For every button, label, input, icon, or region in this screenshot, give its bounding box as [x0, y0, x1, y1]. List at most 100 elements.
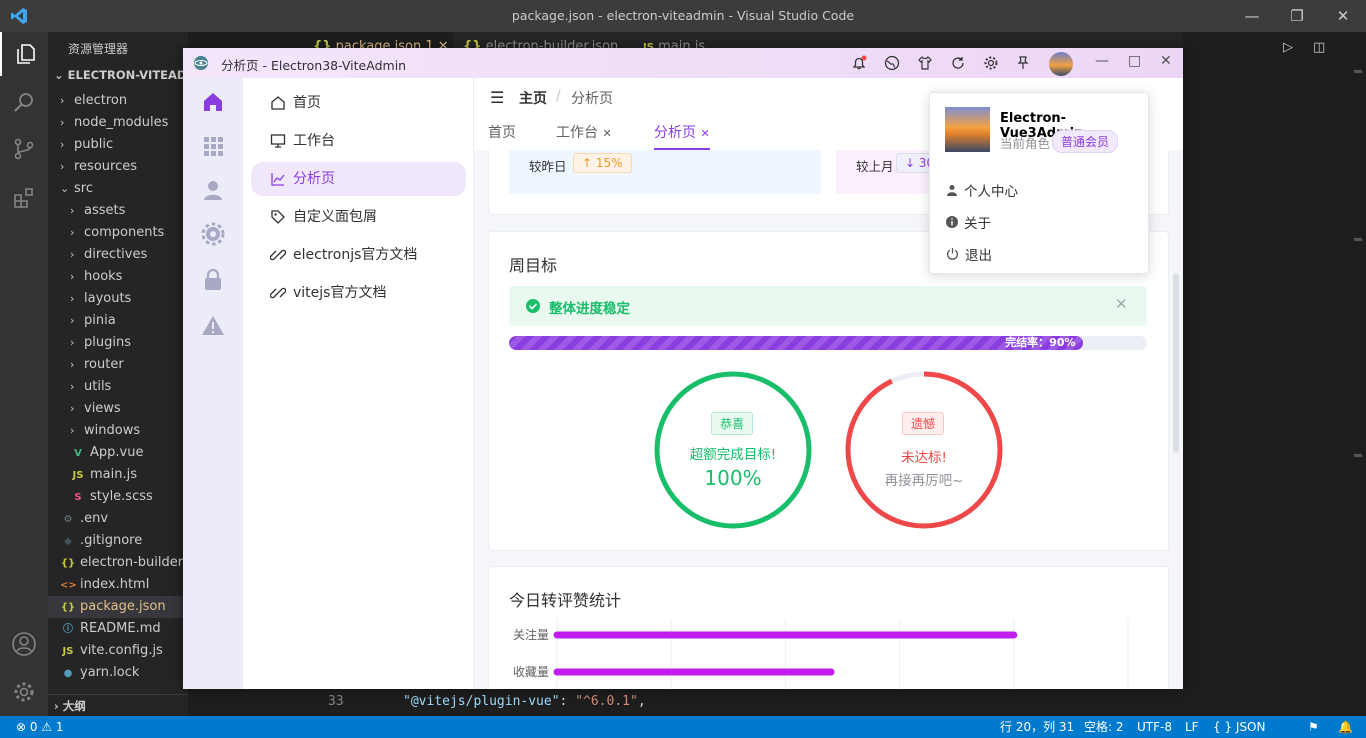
menu-item-electron-docs[interactable]: electronjs官方文档 [251, 238, 466, 272]
search-icon[interactable] [0, 80, 48, 124]
rail-user-icon[interactable] [201, 178, 225, 202]
minimize-icon[interactable]: — [1242, 6, 1262, 26]
chevron-right-icon: › [60, 94, 65, 107]
workspace-root[interactable]: ⌄ ELECTRON-VITEADMIN [54, 68, 188, 82]
bell-icon[interactable] [851, 55, 867, 71]
menu-item-home[interactable]: 首页 [251, 86, 466, 120]
tree-folder[interactable]: › windows [48, 420, 188, 442]
interaction-stats-card: 今日转评赞统计 关注量 收藏量 [488, 566, 1169, 689]
cursor-position[interactable]: 行 20，列 31 [1000, 716, 1074, 738]
tree-file[interactable]: ● yarn.lock [48, 662, 188, 684]
tree-folder[interactable]: › node_modules [48, 112, 188, 134]
close-icon[interactable]: ✕ [1333, 6, 1353, 26]
rail-home-icon[interactable] [201, 90, 225, 114]
tree-folder[interactable]: › resources [48, 156, 188, 178]
account-icon[interactable] [0, 622, 48, 666]
collapse-menu-icon[interactable]: ☰ [490, 88, 504, 107]
tree-folder[interactable]: › assets [48, 200, 188, 222]
avatar[interactable] [1049, 52, 1073, 76]
tree-file[interactable]: ⓘ README.md [48, 618, 188, 640]
git-file-icon: ◆ [64, 536, 72, 547]
chevron-right-icon: › [70, 226, 75, 239]
encoding-status[interactable]: UTF-8 [1137, 716, 1172, 738]
tree-file[interactable]: ◆ .gitignore [48, 530, 188, 552]
skin-shirt-icon[interactable] [917, 55, 933, 71]
progress-bar: 完结率：90% [509, 336, 1147, 350]
split-editor-icon[interactable]: ◫ [1313, 40, 1325, 55]
tree-file[interactable]: Sstyle.scss [48, 486, 188, 508]
rail-warning-icon[interactable] [201, 314, 225, 338]
ring-badge: 恭喜 [711, 412, 754, 435]
tree-folder[interactable]: › views [48, 398, 188, 420]
tree-folder[interactable]: › plugins [48, 332, 188, 354]
tree-file[interactable]: {}electron-builder.json [48, 552, 188, 574]
run-icon[interactable]: ▷ [1283, 40, 1293, 55]
tree-folder[interactable]: › router [48, 354, 188, 376]
pin-icon[interactable] [1015, 55, 1031, 71]
app-minimize-icon[interactable]: — [1095, 53, 1109, 69]
main-scrollbar[interactable] [1173, 273, 1179, 453]
restore-icon[interactable]: ❐ [1287, 6, 1307, 26]
rail-gear-icon[interactable] [201, 222, 225, 246]
language-status[interactable]: { } JSON [1213, 716, 1265, 738]
problems-status[interactable]: ⊗ 0 ⚠ 1 [16, 716, 64, 738]
tree-folder[interactable]: › pinia [48, 310, 188, 332]
goal-ring-success: 恭喜 超额完成目标! 100% [653, 370, 813, 530]
tab-home[interactable]: 首页 [488, 122, 516, 150]
tab-analysis[interactable]: 分析页 ✕ [654, 122, 710, 150]
link-icon [270, 249, 286, 261]
menu-personal-center[interactable]: 个人中心 [946, 180, 1018, 200]
menu-item-custom-breadcrumb[interactable]: 自定义面包屑 [251, 200, 466, 234]
notifications-icon[interactable]: 🔔 [1338, 716, 1353, 738]
tree-file[interactable]: {} package.json [48, 596, 188, 618]
source-control-icon[interactable] [0, 127, 48, 171]
role-badge: 普通会员 [1052, 130, 1119, 153]
minimap [1352, 70, 1366, 690]
code-value: "^6.0.1" [575, 694, 638, 709]
menu-about[interactable]: 关于 [946, 212, 991, 232]
tree-folder[interactable]: › hooks [48, 266, 188, 288]
rail-grid-icon[interactable] [201, 134, 225, 158]
language-globe-icon[interactable] [884, 55, 900, 71]
tree-folder[interactable]: ⌄ src [48, 178, 188, 200]
tab-workbench[interactable]: 工作台 ✕ [556, 122, 612, 150]
menu-logout[interactable]: 退出 [946, 244, 992, 264]
menu-item-analysis[interactable]: 分析页 [251, 162, 466, 196]
menu-item-vite-docs[interactable]: vitejs官方文档 [251, 276, 466, 310]
tree-file[interactable]: JS vite.config.js [48, 640, 188, 662]
eol-status[interactable]: LF [1185, 716, 1199, 738]
manage-gear-icon[interactable] [0, 670, 48, 714]
home-icon [271, 96, 285, 110]
link-icon [270, 287, 286, 299]
app-titlebar: 分析页 - Electron38-ViteAdmin — □ ✕ [183, 48, 1183, 78]
code-line[interactable]: 33 "@vitejs/plugin-vue": "^6.0.1", [303, 690, 1183, 714]
status-bar: ⊗ 0 ⚠ 1 行 20，列 31 空格: 2 UTF-8 LF { } JSO… [0, 716, 1366, 738]
breadcrumb-home[interactable]: 主页 [519, 88, 547, 108]
alert-close-icon[interactable]: ✕ [1115, 295, 1128, 313]
tree-file[interactable]: V App.vue [48, 442, 188, 464]
tree-folder[interactable]: › layouts [48, 288, 188, 310]
menu-item-workbench[interactable]: 工作台 [251, 124, 466, 158]
outline-section[interactable]: › 大纲 [48, 694, 188, 717]
tree-folder[interactable]: › electron [48, 90, 188, 112]
extensions-icon[interactable] [0, 176, 48, 220]
tree-file[interactable]: <> index.html [48, 574, 188, 596]
tree-folder[interactable]: › components [48, 222, 188, 244]
rail-lock-icon[interactable] [201, 268, 225, 292]
tree-folder[interactable]: › utils [48, 376, 188, 398]
chevron-right-icon: › [70, 270, 75, 283]
settings-gear-icon[interactable] [983, 55, 999, 71]
tree-folder[interactable]: › public [48, 134, 188, 156]
app-close-icon[interactable]: ✕ [1160, 53, 1172, 69]
explorer-icon[interactable] [0, 32, 50, 76]
feedback-icon[interactable]: ⚑ [1308, 716, 1319, 738]
indent-status[interactable]: 空格: 2 [1084, 716, 1124, 738]
tree-file[interactable]: ⚙ .env [48, 508, 188, 530]
explorer-panel: 资源管理器 ⌄ ELECTRON-VITEADMIN ›electron›nod… [48, 32, 188, 716]
tree-file[interactable]: JS main.js [48, 464, 188, 486]
tree-folder[interactable]: › directives [48, 244, 188, 266]
refresh-icon[interactable] [950, 55, 966, 71]
vue-file-icon: V [74, 448, 82, 459]
app-maximize-icon[interactable]: □ [1128, 53, 1141, 69]
tag-icon [271, 210, 285, 224]
